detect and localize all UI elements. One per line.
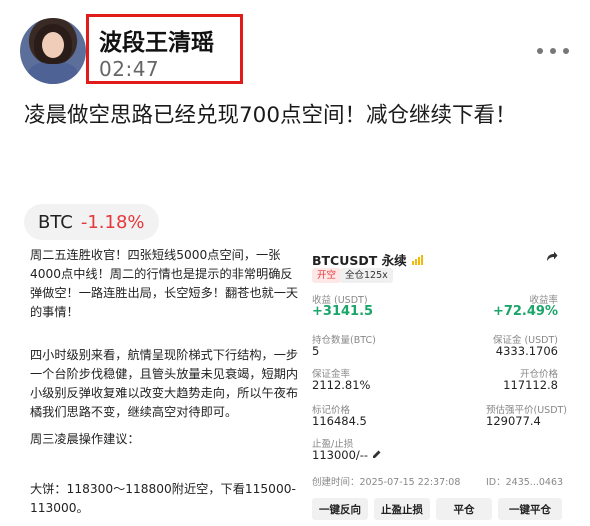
close-button[interactable]: 平仓 [436, 498, 492, 520]
liq-price-value: 129077.4 [486, 414, 541, 428]
author-highlight-box: 波段王清瑶 02:47 [86, 14, 243, 84]
article-paragraph: 周三凌晨操作建议： [30, 432, 140, 446]
position-card: BTCUSDT 永续 开空 全仓125x 收益 (USDT) 收益率 +3141… [308, 244, 570, 526]
position-id: ID：2435...0463 [486, 477, 564, 488]
signal-bars-icon [411, 254, 423, 265]
ticker-symbol: BTC [38, 211, 73, 233]
avatar-face [42, 32, 64, 58]
author-name[interactable]: 波段王清瑶 [99, 23, 214, 57]
margin-value: 4333.1706 [495, 344, 558, 358]
more-options-icon[interactable] [535, 44, 571, 58]
tpsl-value: 113000/-- [312, 448, 369, 462]
size-value: 5 [312, 344, 320, 358]
margin-ratio-value: 2112.81% [312, 378, 371, 392]
post-header: 波段王清瑶 02:47 [0, 0, 590, 95]
article-paragraph: 周二五连胜收官！四张短线5000点空间，一张4000点中线！周二的行情也是提示的… [30, 248, 299, 319]
entry-price-value: 117112.8 [503, 378, 558, 392]
article-paragraph: 四小时级别来看，航情呈现阶梯式下行结构，一步一个台阶步伐稳健，且管头放量未见衰竭… [30, 348, 299, 419]
roi-value: +72.49% [492, 304, 558, 319]
post-time: 02:47 [99, 57, 160, 81]
ticker-chip[interactable]: BTC -1.18% [24, 204, 159, 240]
edit-icon[interactable] [372, 449, 382, 459]
ticker-change: -1.18% [80, 211, 145, 233]
side-tag: 开空 [312, 268, 342, 283]
pnl-value: +3141.5 [312, 304, 374, 319]
close-all-button[interactable]: 一键平仓 [498, 498, 562, 520]
pair-name: BTCUSDT 永续 [312, 253, 407, 268]
size-label: 持仓数量(BTC) [312, 335, 376, 346]
post-text: 凌晨做空思路已经兑现700点空间！减仓继续下看！ [24, 103, 517, 128]
margin-mode-tag: 全仓125x [340, 268, 393, 283]
created-time: 创建时间：2025-07-15 22:37:08 [312, 477, 461, 488]
reverse-button[interactable]: 一键反向 [312, 498, 368, 520]
avatar-body [28, 62, 78, 84]
article-paragraph: 大饼：118300～118800附近空，下看115000-113000。 [30, 482, 296, 515]
tpsl-button[interactable]: 止盈止损 [374, 498, 430, 520]
mark-price-value: 116484.5 [312, 414, 367, 428]
pair-row: BTCUSDT 永续 [312, 250, 423, 269]
avatar[interactable] [20, 18, 86, 84]
share-icon[interactable] [544, 250, 558, 264]
